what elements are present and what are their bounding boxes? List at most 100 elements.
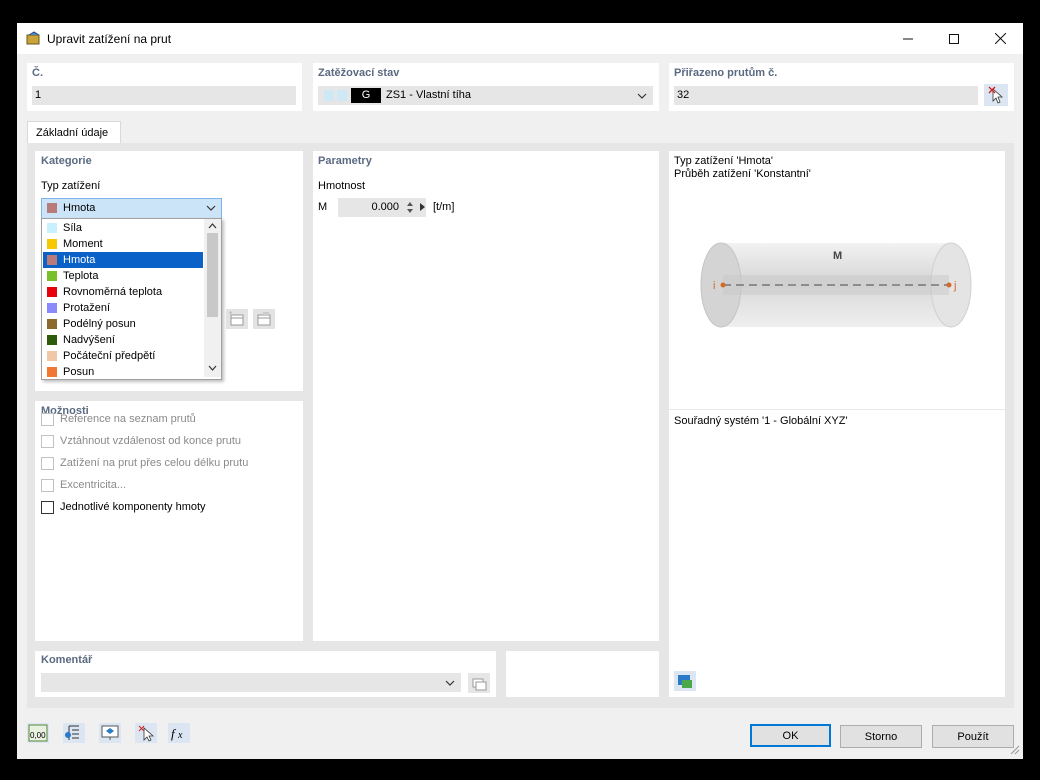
tab-basic-data[interactable]: Základní údaje: [27, 121, 121, 144]
dropdown-scrollbar[interactable]: [204, 219, 221, 377]
load-type-option-label: Nadvýšení: [63, 334, 115, 346]
mass-unit: [t/m]: [433, 201, 455, 213]
load-type-option-label: Protažení: [63, 302, 111, 314]
member-mass-diagram: i j M: [700, 242, 972, 328]
preview-settings-button[interactable]: [674, 671, 696, 691]
node-i-label: i: [713, 280, 715, 292]
load-case-color-icon: [324, 90, 334, 101]
resize-grip-icon[interactable]: [1010, 745, 1020, 755]
units-button[interactable]: 0,00: [27, 723, 49, 743]
option-checkbox[interactable]: [41, 479, 54, 492]
load-type-option-label: Hmota: [63, 254, 96, 266]
load-type-option[interactable]: Posun: [43, 364, 203, 380]
load-type-option[interactable]: Podélný posun: [43, 316, 203, 332]
apply-button[interactable]: Použít: [932, 725, 1014, 748]
load-type-option[interactable]: Teplota: [43, 268, 203, 284]
preview-panel: Typ zatížení 'Hmota' Průběh zatížení 'Ko…: [669, 151, 1005, 697]
chevron-down-icon[interactable]: [637, 91, 647, 101]
minimize-button[interactable]: [885, 23, 931, 54]
load-case-badge: G: [351, 88, 381, 103]
load-case-panel: Zatěžovací stav G ZS1 - Vlastní tíha: [313, 63, 659, 111]
option-label: Zatížení na prut přes celou délku prutu: [60, 457, 249, 469]
spin-icon[interactable]: [406, 200, 414, 215]
load-type-color-icon: [47, 203, 57, 213]
option-label: Vztáhnout vzdálenost od konce prutu: [60, 435, 242, 447]
load-case-select[interactable]: G ZS1 - Vlastní tíha: [318, 86, 653, 105]
option-checkbox[interactable]: [41, 435, 54, 448]
comment-panel: Komentář: [35, 651, 496, 697]
apply-label: Použít: [957, 730, 989, 743]
load-type-option-label: Síla: [63, 222, 82, 234]
pick-members-button[interactable]: [984, 84, 1008, 106]
assigned-members-field[interactable]: 32: [674, 86, 978, 105]
chevron-up-icon[interactable]: [208, 222, 217, 229]
view-button[interactable]: [99, 723, 121, 743]
category-title: Kategorie: [41, 155, 92, 167]
mass-input[interactable]: 0.000: [338, 198, 426, 217]
load-type-color-icon: [47, 287, 57, 297]
load-type-option-label: Rovnoměrná teplota: [63, 286, 163, 298]
load-type-color-icon: [47, 303, 57, 313]
new-window-icon: *: [229, 310, 244, 326]
load-case-value: ZS1 - Vlastní tíha: [386, 89, 471, 101]
close-icon: [994, 33, 1006, 44]
load-type-option-label: Teplota: [63, 270, 99, 282]
load-type-dropdown-list[interactable]: Síla Moment Hmota Teplota Rovnoměrná teplota…: [41, 218, 222, 380]
number-field[interactable]: 1: [32, 86, 296, 105]
scrollbar-thumb[interactable]: [207, 233, 218, 317]
load-type-color-icon: [47, 239, 57, 249]
select-cursor-icon: [138, 725, 155, 742]
title-bar: Upravit zatížení na prut: [17, 23, 1023, 54]
option-label: Excentricita...: [60, 479, 127, 491]
option-label: Reference na seznam prutů: [60, 413, 196, 425]
load-case-color-icon: [337, 90, 347, 101]
number-value: 1: [35, 89, 42, 101]
ok-label: OK: [782, 729, 799, 742]
load-type-select[interactable]: Hmota: [41, 198, 222, 219]
mass-label: Hmotnost: [318, 180, 366, 192]
edit-load-button[interactable]: [253, 309, 275, 329]
load-type-option-label: Moment: [63, 238, 103, 250]
chevron-down-icon[interactable]: [208, 365, 217, 372]
units-icon-text: 0,00: [30, 731, 46, 740]
parameters-title: Parametry: [318, 155, 372, 167]
new-load-button[interactable]: *: [226, 309, 248, 329]
dialog-window: Upravit zatížení na prut Č. 1 Zatěžovací…: [17, 23, 1023, 759]
load-type-option[interactable]: Hmota: [43, 252, 203, 268]
chevron-down-icon[interactable]: [445, 678, 455, 688]
cancel-button[interactable]: Storno: [840, 725, 922, 748]
load-type-color-icon: [47, 319, 57, 329]
pick-cursor-icon: [988, 86, 1004, 104]
maximize-button[interactable]: [931, 23, 977, 54]
load-type-option[interactable]: Rovnoměrná teplota: [43, 284, 203, 300]
option-checkbox[interactable]: [41, 457, 54, 470]
cancel-label: Storno: [864, 730, 898, 743]
tab-label: Základní údaje: [36, 127, 109, 139]
assigned-label: Přiřazeno prutům č.: [674, 67, 778, 79]
load-type-option[interactable]: Protažení: [43, 300, 203, 316]
load-type-option-label: Podélný posun: [63, 318, 136, 330]
comment-title: Komentář: [41, 654, 93, 666]
svg-text:f: f: [171, 726, 177, 741]
formula-button[interactable]: fx: [168, 723, 190, 743]
ok-button[interactable]: OK: [750, 724, 831, 747]
mass-value: 0.000: [371, 201, 399, 213]
assigned-members-panel: Přiřazeno prutům č. 32: [669, 63, 1014, 111]
maximize-icon: [949, 33, 959, 44]
info-button[interactable]: [63, 723, 85, 743]
option-checkbox[interactable]: [41, 501, 54, 514]
load-type-option[interactable]: Moment: [43, 236, 203, 252]
load-type-option[interactable]: Síla: [43, 220, 203, 236]
comment-input[interactable]: [41, 673, 461, 692]
triangle-right-icon[interactable]: [420, 202, 426, 212]
load-type-option[interactable]: Počáteční předpětí: [43, 348, 203, 364]
option-checkbox[interactable]: [41, 413, 54, 426]
select-button[interactable]: [135, 723, 157, 743]
svg-text:x: x: [177, 730, 183, 741]
member-info-icon: [65, 725, 79, 740]
close-button[interactable]: [977, 23, 1023, 54]
load-type-option-label: Posun: [63, 366, 95, 378]
comment-library-button[interactable]: [468, 673, 490, 693]
chevron-down-icon[interactable]: [206, 203, 216, 213]
load-type-option[interactable]: Nadvýšení: [43, 332, 203, 348]
